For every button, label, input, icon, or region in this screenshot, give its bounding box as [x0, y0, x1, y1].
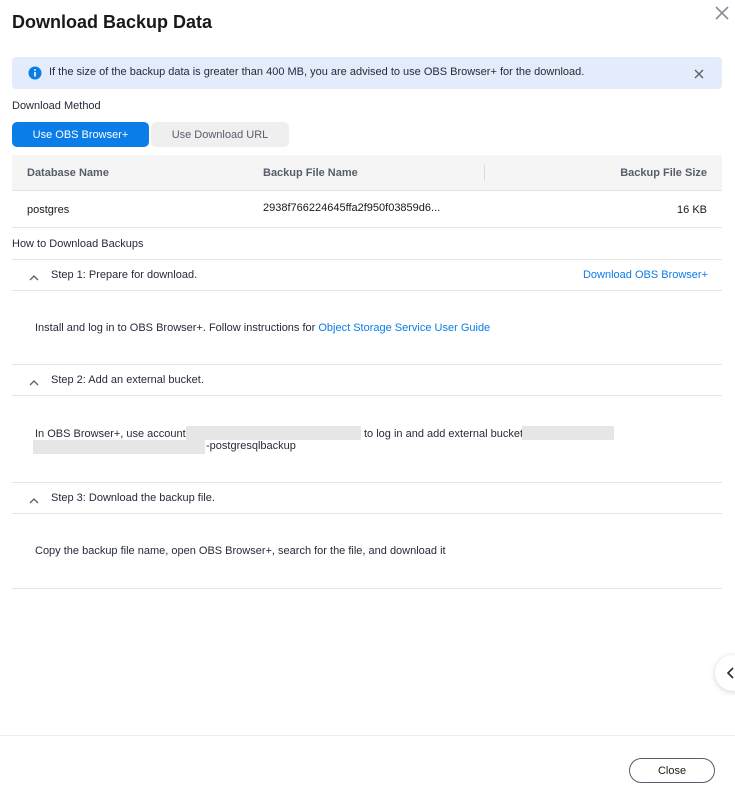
table-row: postgres 2938f766224645ffa2f950f03859d6.…	[12, 191, 722, 228]
cell-backup-file-name: 2938f766224645ffa2f950f03859d6...	[263, 202, 441, 214]
redacted-bucket-name	[33, 440, 205, 454]
download-method-label: Download Method	[12, 100, 101, 112]
chevron-up-icon[interactable]	[28, 493, 40, 504]
close-button[interactable]: Close	[629, 758, 715, 783]
download-obs-browser-link[interactable]: Download OBS Browser+	[583, 269, 708, 281]
step-2-text-a: In OBS Browser+, use account	[35, 428, 186, 440]
table-header: Database Name Backup File Name Backup Fi…	[12, 155, 722, 191]
step-2-text-c: -postgresqlbackup	[206, 440, 296, 452]
chevron-up-icon[interactable]	[28, 375, 40, 386]
step-1-text: Install and log in to OBS Browser+. Foll…	[35, 322, 490, 334]
step-1-header[interactable]: Step 1: Prepare for download. Download O…	[12, 259, 722, 291]
cell-backup-file-size: 16 KB	[677, 204, 707, 216]
chevron-up-icon[interactable]	[28, 270, 40, 281]
step-1-text-body: Install and log in to OBS Browser+. Foll…	[35, 322, 319, 334]
section-divider	[12, 588, 722, 589]
step-3-title: Step 3: Download the backup file.	[51, 492, 215, 504]
step-1-title: Step 1: Prepare for download.	[51, 269, 198, 281]
dialog-close-icon[interactable]	[712, 3, 732, 23]
step-3-header[interactable]: Step 3: Download the backup file.	[12, 482, 722, 514]
side-collapse-button[interactable]	[715, 655, 735, 691]
step-3-text: Copy the backup file name, open OBS Brow…	[35, 545, 446, 557]
footer-divider	[0, 735, 735, 736]
use-download-url-button[interactable]: Use Download URL	[151, 122, 289, 147]
redacted-account	[186, 426, 361, 440]
column-header-backup-file-name: Backup File Name	[263, 167, 358, 179]
column-header-backup-file-size: Backup File Size	[620, 167, 707, 179]
column-separator	[484, 165, 485, 181]
obs-user-guide-link[interactable]: Object Storage Service User Guide	[318, 322, 490, 334]
step-2-title: Step 2: Add an external bucket.	[51, 374, 204, 386]
info-alert: If the size of the backup data is greate…	[12, 57, 722, 89]
step-2-text-b: to log in and add external bucket	[364, 428, 524, 440]
info-icon	[28, 66, 42, 80]
redacted-bucket-prefix	[522, 426, 614, 440]
column-header-database-name: Database Name	[27, 167, 109, 179]
dialog-title: Download Backup Data	[12, 12, 213, 32]
use-obs-browser-button[interactable]: Use OBS Browser+	[12, 122, 149, 147]
alert-close-icon[interactable]	[693, 67, 705, 79]
how-to-label: How to Download Backups	[12, 238, 144, 250]
cell-database-name: postgres	[27, 204, 70, 216]
alert-message: If the size of the backup data is greate…	[49, 66, 585, 78]
step-2-header[interactable]: Step 2: Add an external bucket.	[12, 364, 722, 396]
